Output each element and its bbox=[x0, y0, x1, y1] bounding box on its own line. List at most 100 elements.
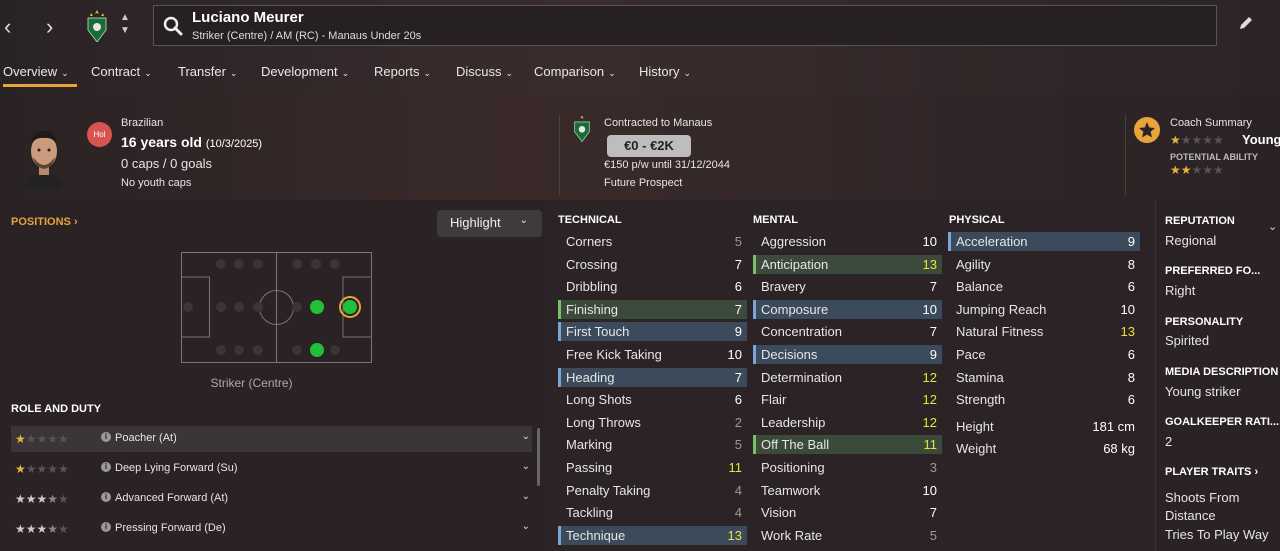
role-name: Advanced Forward (At) bbox=[115, 492, 229, 504]
attribute-row[interactable]: Free Kick Taking 10 bbox=[558, 345, 747, 364]
attribute-row[interactable]: Natural Fitness 13 bbox=[948, 322, 1140, 341]
player-switch-arrows[interactable]: ▲ ▼ bbox=[120, 11, 130, 37]
attribute-row[interactable]: Composure 10 bbox=[753, 299, 942, 319]
attribute-row[interactable]: Agility 8 bbox=[948, 255, 1140, 274]
attribute-name: Technique bbox=[566, 527, 626, 543]
back-arrow-icon[interactable]: ‹ bbox=[4, 14, 11, 40]
attribute-row[interactable]: Technique 13 bbox=[558, 525, 747, 545]
attribute-row[interactable]: Tackling 4 bbox=[558, 503, 747, 522]
tab-transfer[interactable]: Transfer ⌄ bbox=[178, 57, 237, 87]
attribute-row[interactable]: Jumping Reach 10 bbox=[948, 300, 1140, 319]
role-row[interactable]: ★★★★★ i Poacher (At) ⌄ bbox=[11, 426, 532, 452]
chevron-down-icon[interactable]: ▼ bbox=[120, 24, 130, 37]
attribute-row[interactable]: Positioning 3 bbox=[753, 458, 942, 477]
search-icon[interactable] bbox=[162, 15, 184, 37]
chevron-down-icon: ⌄ bbox=[519, 215, 528, 226]
attribute-row[interactable]: Marking 5 bbox=[558, 435, 747, 454]
attribute-value: 7 bbox=[929, 324, 937, 340]
attribute-name: First Touch bbox=[566, 324, 630, 340]
pencil-icon[interactable] bbox=[1238, 15, 1254, 31]
coach-star-icon[interactable] bbox=[1134, 117, 1160, 143]
trait-item[interactable]: Shoots From Distance bbox=[1165, 489, 1275, 525]
trait-item[interactable]: Tries To Play Way bbox=[1165, 527, 1269, 542]
attribute-row[interactable]: Heading 7 bbox=[558, 367, 747, 387]
attribute-row[interactable]: Acceleration 9 bbox=[948, 232, 1140, 251]
pitch-diagram[interactable] bbox=[181, 252, 372, 363]
attribute-row[interactable]: Penalty Taking 4 bbox=[558, 481, 747, 500]
chevron-down-icon[interactable]: ⌄ bbox=[522, 491, 530, 502]
attribute-row[interactable]: Balance 6 bbox=[948, 277, 1140, 296]
player-search-bar[interactable]: Luciano Meurer Striker (Centre) / AM (RC… bbox=[153, 5, 1217, 46]
chevron-down-icon: ⌄ bbox=[505, 68, 514, 78]
chevron-down-icon[interactable]: ⌄ bbox=[1268, 220, 1277, 233]
positions-link[interactable]: POSITIONS › bbox=[11, 216, 78, 228]
attribute-row[interactable]: Strength 6 bbox=[948, 390, 1140, 409]
attribute-row[interactable]: Determination 12 bbox=[753, 368, 942, 387]
chevron-up-icon[interactable]: ▲ bbox=[120, 11, 130, 24]
attribute-name: Agility bbox=[956, 256, 991, 272]
attribute-row[interactable]: Vision 7 bbox=[753, 503, 942, 522]
youth-caps: No youth caps bbox=[121, 177, 192, 189]
info-icon[interactable]: i bbox=[101, 522, 111, 532]
attribute-row[interactable]: Bravery 7 bbox=[753, 277, 942, 296]
attribute-row[interactable]: Long Throws 2 bbox=[558, 413, 747, 432]
position-striker-centre[interactable] bbox=[343, 300, 357, 314]
media-description-label: MEDIA DESCRIPTION bbox=[1165, 366, 1279, 378]
forward-arrow-icon[interactable]: › bbox=[46, 14, 53, 40]
attribute-row[interactable]: Decisions 9 bbox=[753, 345, 942, 364]
attribute-value: 10 bbox=[727, 347, 742, 362]
position-am-right[interactable] bbox=[310, 343, 324, 357]
attribute-row[interactable]: Finishing 7 bbox=[558, 299, 747, 319]
tab-discuss[interactable]: Discuss ⌄ bbox=[456, 57, 513, 87]
tab-development[interactable]: Development ⌄ bbox=[261, 57, 349, 87]
nationality[interactable]: Brazilian bbox=[121, 117, 163, 129]
role-row[interactable]: ★★★★★ i Pressing Forward (De) ⌄ bbox=[11, 516, 532, 542]
status-badge[interactable]: Hol bbox=[87, 122, 112, 147]
attribute-row[interactable]: Pace 6 bbox=[948, 345, 1140, 364]
info-icon[interactable]: i bbox=[101, 492, 111, 502]
attribute-row[interactable]: Concentration 7 bbox=[753, 322, 942, 341]
attribute-row[interactable]: Crossing 7 bbox=[558, 255, 747, 274]
attribute-row[interactable]: Long Shots 6 bbox=[558, 390, 747, 409]
player-avatar[interactable] bbox=[20, 123, 68, 189]
contract-club[interactable]: Contracted to Manaus bbox=[604, 117, 712, 129]
club-badge-icon[interactable] bbox=[573, 115, 591, 142]
attribute-value: 5 bbox=[734, 437, 742, 453]
attribute-value: 7 bbox=[929, 505, 937, 521]
role-row[interactable]: ★★★★★ i Deep Lying Forward (Su) ⌄ bbox=[11, 456, 532, 482]
attribute-row[interactable]: Teamwork 10 bbox=[753, 481, 942, 500]
attribute-row[interactable]: Leadership 12 bbox=[753, 413, 942, 432]
tab-comparison[interactable]: Comparison ⌄ bbox=[534, 57, 616, 87]
attribute-row[interactable]: Work Rate 5 bbox=[753, 526, 942, 545]
attribute-row[interactable]: Corners 5 bbox=[558, 232, 747, 251]
info-icon[interactable]: i bbox=[101, 432, 111, 442]
age-text: 16 years old bbox=[121, 134, 202, 150]
attribute-row[interactable]: Dribbling 6 bbox=[558, 277, 747, 296]
value-range-badge[interactable]: €0 - €2K bbox=[607, 135, 691, 157]
attribute-row[interactable]: Stamina 8 bbox=[948, 368, 1140, 387]
tab-history[interactable]: History ⌄ bbox=[639, 57, 691, 87]
attribute-row[interactable]: Flair 12 bbox=[753, 390, 942, 409]
attribute-row[interactable]: Anticipation 13 bbox=[753, 254, 942, 274]
reputation-value[interactable]: Regional bbox=[1165, 233, 1216, 248]
highlight-dropdown[interactable]: Highlight ⌄ bbox=[437, 210, 542, 237]
chevron-down-icon[interactable]: ⌄ bbox=[522, 521, 530, 532]
club-badge-icon[interactable] bbox=[86, 10, 108, 42]
attribute-row[interactable]: Aggression 10 bbox=[753, 232, 942, 251]
tab-reports[interactable]: Reports ⌄ bbox=[374, 57, 431, 87]
attribute-value: 3 bbox=[929, 460, 937, 475]
tab-contract[interactable]: Contract ⌄ bbox=[91, 57, 152, 87]
info-icon[interactable]: i bbox=[101, 462, 111, 472]
chevron-down-icon[interactable]: ⌄ bbox=[522, 461, 530, 472]
tab-overview[interactable]: Overview ⌄ bbox=[3, 57, 77, 87]
role-list-scrollbar[interactable] bbox=[537, 428, 540, 486]
player-traits-link[interactable]: PLAYER TRAITS › bbox=[1165, 466, 1258, 478]
attribute-value: 11 bbox=[923, 437, 938, 453]
position-am-centre[interactable] bbox=[310, 300, 324, 314]
attribute-row[interactable]: Off The Ball 11 bbox=[753, 435, 942, 455]
attribute-row[interactable]: Passing 11 bbox=[558, 458, 747, 477]
positions-panel: POSITIONS › Highlight ⌄ Striker (Centre) … bbox=[0, 200, 550, 551]
chevron-down-icon[interactable]: ⌄ bbox=[522, 431, 530, 442]
attribute-row[interactable]: First Touch 9 bbox=[558, 322, 747, 342]
role-row[interactable]: ★★★★★ i Advanced Forward (At) ⌄ bbox=[11, 486, 532, 512]
